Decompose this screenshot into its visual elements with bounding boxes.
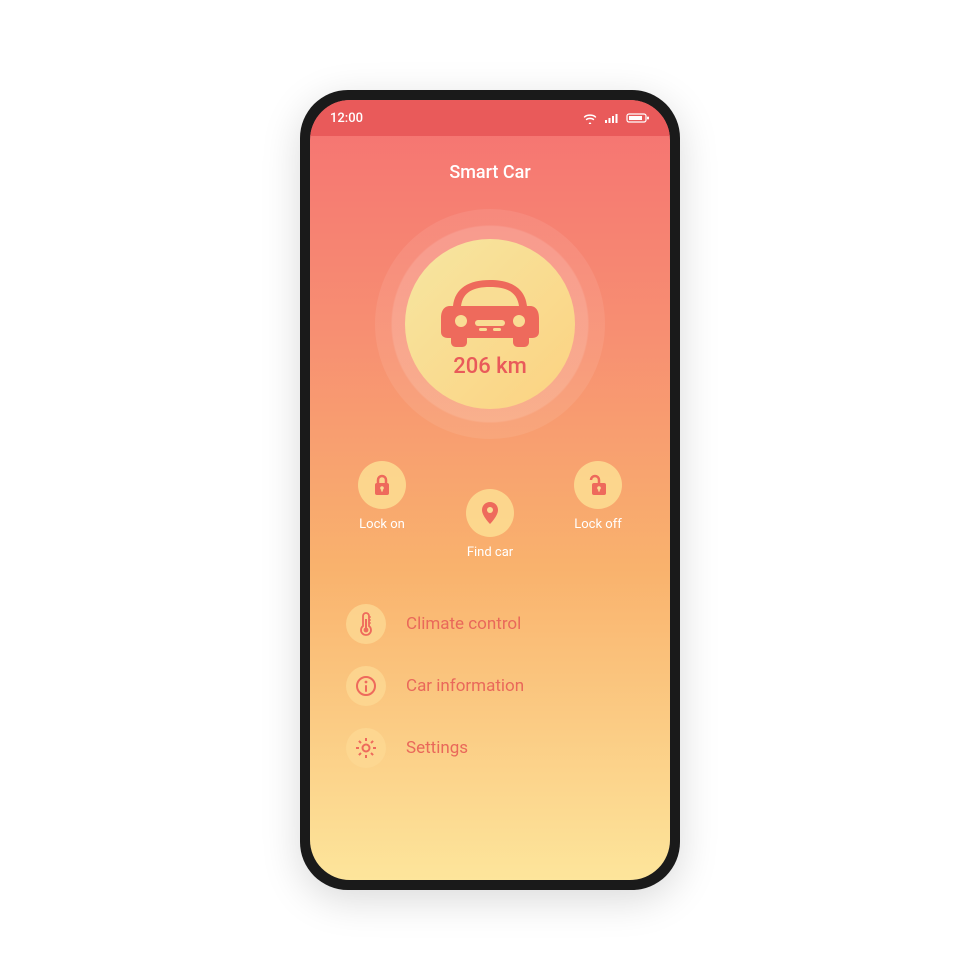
range-value: 206 km xyxy=(453,354,527,379)
status-icons xyxy=(582,112,650,124)
hero-inner: 206 km xyxy=(405,239,575,409)
menu-info-label: Car information xyxy=(406,676,524,696)
find-car-label: Find car xyxy=(467,545,513,560)
thermometer-icon xyxy=(346,604,386,644)
lock-off-label: Lock off xyxy=(574,517,622,532)
gear-icon xyxy=(346,728,386,768)
info-icon xyxy=(346,666,386,706)
signal-icon xyxy=(604,112,620,124)
location-pin-icon xyxy=(466,489,514,537)
quick-actions: Lock on Find car xyxy=(310,461,670,560)
lock-on-button[interactable]: Lock on xyxy=(358,461,406,532)
battery-icon xyxy=(626,112,650,124)
status-time: 12:00 xyxy=(330,111,363,126)
hero-range-display: 206 km xyxy=(375,209,605,439)
car-icon xyxy=(435,270,545,348)
menu-car-information[interactable]: Car information xyxy=(346,666,634,706)
menu-settings[interactable]: Settings xyxy=(346,728,634,768)
status-bar: 12:00 xyxy=(310,100,670,136)
menu-climate-label: Climate control xyxy=(406,614,521,634)
phone-frame: 12:00 xyxy=(300,90,680,890)
menu-climate-control[interactable]: Climate control xyxy=(346,604,634,644)
wifi-icon xyxy=(582,112,598,124)
screen: 12:00 xyxy=(310,100,670,880)
menu-list: Climate control Car information xyxy=(310,604,670,768)
menu-settings-label: Settings xyxy=(406,738,468,758)
lock-icon xyxy=(358,461,406,509)
app-title: Smart Car xyxy=(310,162,670,183)
lock-off-button[interactable]: Lock off xyxy=(574,461,622,532)
find-car-button[interactable]: Find car xyxy=(466,489,514,560)
lock-on-label: Lock on xyxy=(359,517,405,532)
unlock-icon xyxy=(574,461,622,509)
